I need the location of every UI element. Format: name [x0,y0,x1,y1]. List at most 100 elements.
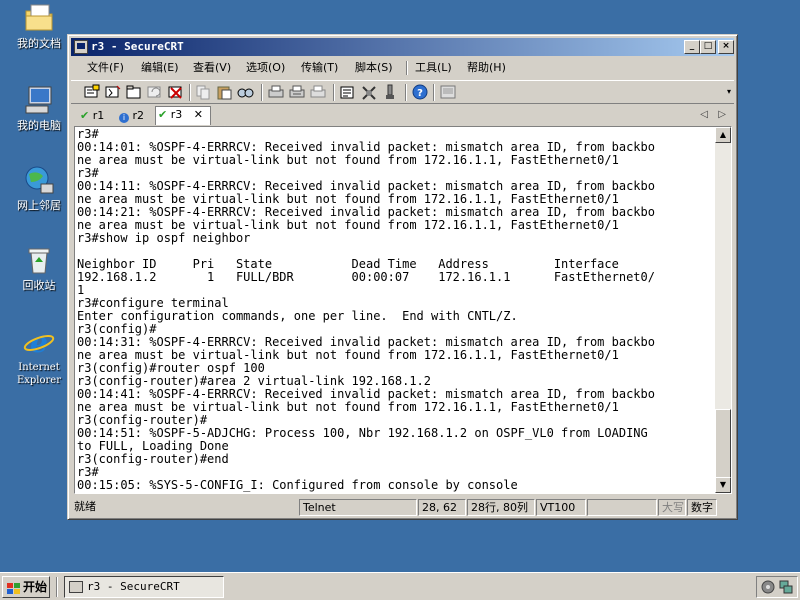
status-ready: 就绪 [74,500,96,513]
desktop-icon-label: 我的电脑 [17,119,61,132]
terminal-line: ne area must be virtual-link but not fou… [77,153,619,167]
menu-options[interactable]: 选项(O) [246,60,285,76]
desktop-icon-my-documents[interactable]: 我的文档 [8,2,70,50]
tab-scroll-left-icon[interactable]: ◁ [700,109,708,120]
terminal-line: Enter configuration commands, one per li… [77,309,518,323]
status-protocol: Telnet [299,499,417,516]
scroll-thumb[interactable] [715,409,731,479]
keymap-icon[interactable] [381,84,399,100]
tab-scroll-right-icon[interactable]: ▷ [718,109,726,120]
print-selection-icon[interactable] [288,84,306,100]
system-tray [756,576,798,598]
toolbar-separator [189,84,191,101]
start-label: 开始 [23,580,48,594]
terminal-line: 00:15:05: %SYS-5-CONFIG_I: Configured fr… [77,478,518,492]
tray-network-icon[interactable] [779,580,793,597]
toolbar-separator [333,84,335,101]
terminal-line: r3(config-router)#end [77,452,229,466]
window-title: r3 - SecureCRT [91,40,184,53]
find-icon[interactable] [237,84,255,100]
menu-separator [406,61,408,75]
taskbar-securecrt-button[interactable]: r3 - SecureCRT [64,576,224,598]
status-num-lock: 数字 [687,499,717,516]
toolbar-overflow-icon[interactable]: ▾ [727,87,731,96]
session-tab-bar: ✔ r1 i r2 ✔ r3 ✕ ◁ ▷ [71,105,734,125]
computer-icon [23,84,55,116]
menu-view[interactable]: 查看(V) [193,60,231,76]
taskbar: 开始 r3 - SecureCRT [0,572,800,600]
desktop-icon-recycle-bin[interactable]: 回收站 [8,244,70,292]
desktop-icon-my-computer[interactable]: 我的电脑 [8,84,70,132]
desktop-icon-internet-explorer[interactable]: e Internet Explorer [8,326,70,387]
desktop-icon-label: Internet Explorer [16,362,62,386]
quick-connect-icon[interactable] [104,84,122,100]
tab-r2[interactable]: i r2 [117,108,153,125]
info-icon: i [119,113,129,123]
session-options-icon[interactable] [339,84,357,100]
printer-icon[interactable] [309,84,327,100]
svg-text:?: ? [417,88,423,99]
tab-label: r2 [132,109,145,122]
desktop-icon-label: 网上邻居 [17,199,61,212]
menu-transfer[interactable]: 传输(T) [301,60,338,76]
menu-script[interactable]: 脚本(S) [355,60,393,76]
tab-r3[interactable]: ✔ r3 ✕ [155,106,211,125]
vertical-scrollbar[interactable]: ▲ ▼ [715,127,731,493]
menu-bar: 文件(F) 编辑(E) 查看(V) 选项(O) 传输(T) 脚本(S) 工具(L… [71,58,734,78]
print-icon[interactable] [267,84,285,100]
maximize-button[interactable]: □ [700,40,716,54]
menu-tools[interactable]: 工具(L) [415,60,452,76]
recycle-bin-icon [23,244,55,276]
securecrt-app-icon [74,40,88,54]
connected-check-icon: ✔ [80,109,90,122]
status-cursor-position: 28, 62 [418,499,466,516]
title-bar[interactable]: r3 - SecureCRT _ □ × [71,38,734,56]
terminal-line: r3#show ip ospf neighbor [77,231,251,245]
tab-r1[interactable]: ✔ r1 [78,108,112,125]
connect-icon[interactable] [83,84,101,100]
toolbar-separator [405,84,407,101]
close-tab-icon[interactable]: ✕ [194,108,203,121]
internet-explorer-icon: e [23,326,55,359]
status-caps-lock: 大写 [658,499,686,516]
minimize-button[interactable]: _ [684,40,700,54]
terminal-line: 192.168.1.2 1 FULL/BDR 00:00:07 172.16.1… [77,270,655,284]
scroll-down-button[interactable]: ▼ [715,477,731,493]
toolbar-separator [261,84,263,101]
securecrt-task-icon [69,581,83,593]
connect-tab-icon[interactable] [125,84,143,100]
copy-icon[interactable] [195,84,213,100]
tab-label: r3 [170,108,183,121]
disconnect-icon[interactable] [167,84,185,100]
desktop-icon-network[interactable]: 网上邻居 [8,164,70,212]
chat-window-icon[interactable] [439,84,457,100]
taskbar-separator [56,577,58,597]
tray-monitor-icon[interactable] [761,580,775,597]
reconnect-icon[interactable] [146,84,164,100]
help-icon[interactable]: ? [411,84,429,100]
global-options-icon[interactable] [360,84,378,100]
status-emulation: VT100 [536,499,586,516]
desktop-icon-label: 我的文档 [17,37,61,50]
taskbar-task-label: r3 - SecureCRT [87,580,180,593]
start-button[interactable]: 开始 [2,576,50,598]
toolbar: ? ▾ [71,80,734,104]
menu-help[interactable]: 帮助(H) [467,60,506,76]
network-globe-icon [23,164,55,196]
status-terminal-size: 28行, 80列 [467,499,535,516]
status-blank [587,499,657,516]
terminal-output: r3# 00:14:01: %OSPF-4-ERRRCV: Received in… [77,128,715,492]
folder-icon [23,2,55,34]
windows-logo-icon [7,581,20,594]
menu-file[interactable]: 文件(F) [87,60,124,76]
desktop-icon-label: 回收站 [22,279,56,292]
toolbar-separator [433,84,435,101]
terminal-session[interactable]: r3# 00:14:01: %OSPF-4-ERRRCV: Received in… [74,126,732,494]
close-button[interactable]: × [718,40,734,54]
scroll-up-button[interactable]: ▲ [715,127,731,143]
paste-icon[interactable] [216,84,234,100]
menu-edit[interactable]: 编辑(E) [141,60,179,76]
tab-label: r1 [92,109,105,122]
connected-check-icon: ✔ [158,108,168,121]
securecrt-window: r3 - SecureCRT _ □ × 文件(F) 编辑(E) 查看(V) 选… [67,34,738,520]
